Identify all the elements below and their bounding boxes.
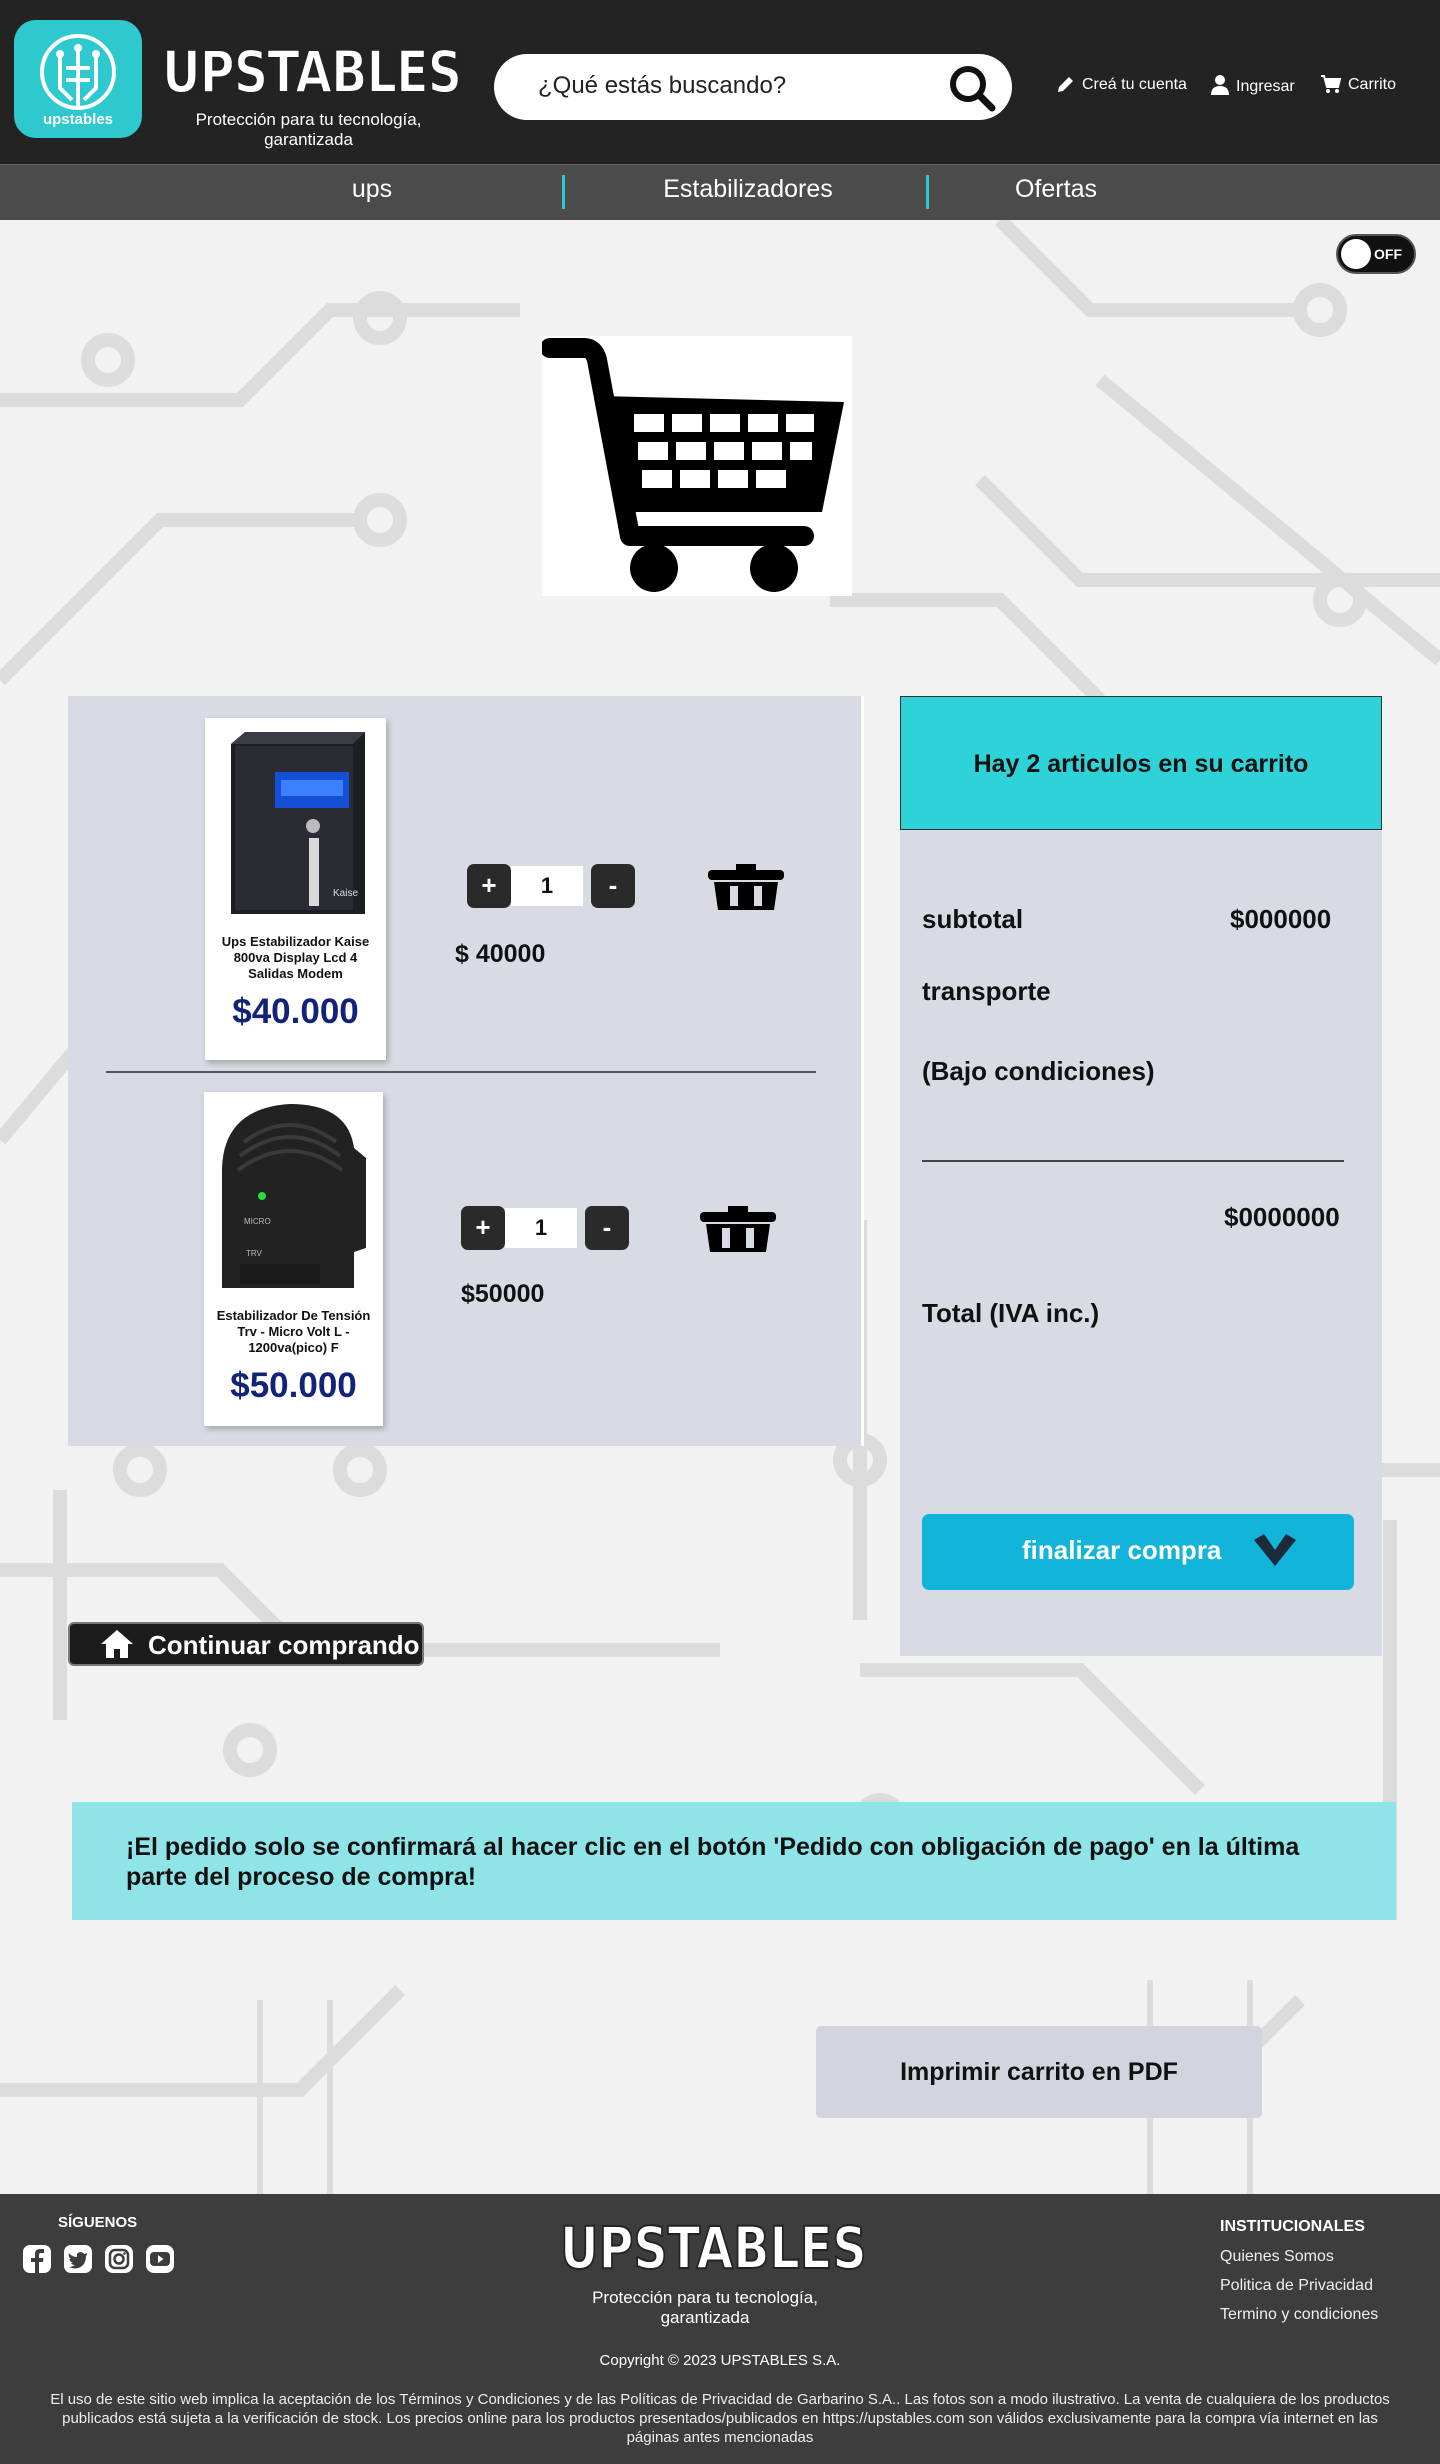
product-name: Ups Estabilizador Kaise 800va Display Lc… (221, 934, 370, 981)
print-pdf-button[interactable]: Imprimir carrito en PDF (816, 2026, 1262, 2118)
login-link[interactable]: Ingresar (1210, 74, 1295, 96)
category-nav: ups Estabilizadores Ofertas (0, 164, 1440, 220)
decrease-quantity-button[interactable]: - (585, 1206, 629, 1250)
product-price: $50.000 (230, 1366, 357, 1405)
quantity-stepper[interactable]: + 1 - (467, 864, 635, 908)
checkout-label: finalizar compra (1022, 1535, 1222, 1565)
toggle-knob (1341, 239, 1371, 269)
register-link[interactable]: Creá tu cuenta (1056, 74, 1187, 94)
trash-icon[interactable] (696, 1204, 780, 1254)
instagram-icon[interactable] (104, 2244, 134, 2274)
checkout-button[interactable]: finalizar compra (922, 1514, 1354, 1590)
shipping-conditions: (Bajo condiciones) (922, 1056, 1155, 1086)
site-footer: SÍGUENOS UPSTABLES Protección para tu te… (0, 2194, 1440, 2464)
cart-label: Carrito (1348, 76, 1397, 93)
shopping-cart-icon (540, 338, 844, 592)
cart-link[interactable]: Carrito (1320, 74, 1396, 94)
cart-icon (1321, 75, 1342, 93)
total-value: $0000000 (1224, 1202, 1340, 1232)
circuit-shield-icon (40, 34, 116, 110)
subtotal-value: $000000 (1230, 904, 1332, 934)
increase-quantity-button[interactable]: + (461, 1206, 505, 1250)
quantity-value[interactable]: 1 (505, 1208, 577, 1248)
twitter-icon[interactable] (63, 2244, 93, 2274)
ups-product-image: Kaise (231, 732, 365, 914)
pencil-icon (1058, 77, 1073, 92)
dark-mode-toggle[interactable]: OFF (1336, 234, 1416, 274)
stabilizer-product-image: MICRO TRV (222, 1104, 366, 1288)
quantity-value[interactable]: 1 (511, 866, 583, 906)
nav-item-ups[interactable]: ups (322, 175, 422, 204)
footer-link-privacy[interactable]: Politica de Privacidad (1220, 2277, 1373, 2295)
line-total: $50000 (461, 1280, 545, 1308)
continue-shopping-label: Continuar comprando (148, 1630, 420, 1660)
product-name: Estabilizador De Tensión Trv - Micro Vol… (216, 1308, 371, 1355)
order-confirmation-notice: ¡El pedido solo se confirmará al hacer c… (72, 1802, 1396, 1920)
youtube-icon[interactable] (145, 2244, 175, 2274)
cart-count-header: Hay 2 articulos en su carrito (900, 696, 1382, 830)
nav-item-ofertas[interactable]: Ofertas (996, 175, 1116, 204)
total-label: Total (IVA inc.) (922, 1298, 1100, 1328)
footer-brand-name: UPSTABLES (559, 2214, 867, 2282)
svg-text:MICRO: MICRO (244, 1217, 271, 1226)
notice-text: ¡El pedido solo se confirmará al hacer c… (126, 1833, 1300, 1891)
footer-tagline: Protección para tu tecnología, garantiza… (592, 2288, 818, 2327)
shipping-label: transporte (922, 976, 1051, 1006)
home-icon (101, 1630, 133, 1658)
toggle-label: OFF (1374, 246, 1402, 262)
brand-tagline: Protección para tu tecnología, garantiza… (195, 110, 422, 149)
search-input[interactable]: ¿Qué estás buscando? (538, 72, 786, 100)
copyright: Copyright © 2023 UPSTABLES S.A. (599, 2352, 841, 2369)
search-icon[interactable] (946, 62, 998, 114)
chevron-down-icon (1254, 1534, 1296, 1566)
search-bar[interactable]: ¿Qué estás buscando? (494, 54, 1012, 120)
user-icon (1211, 75, 1229, 95)
logo-wordmark: upstables (42, 111, 114, 128)
follow-us-heading: SÍGUENOS (58, 2214, 138, 2231)
svg-text:Kaise: Kaise (333, 888, 358, 899)
increase-quantity-button[interactable]: + (467, 864, 511, 908)
cart-hero-image (540, 336, 852, 596)
subtotal-label: subtotal (922, 904, 1024, 934)
institutional-heading: INSTITUCIONALES (1220, 2218, 1365, 2235)
product-price: $40.000 (232, 992, 359, 1031)
login-label: Ingresar (1236, 78, 1295, 95)
summary-divider (922, 1160, 1344, 1162)
facebook-icon[interactable] (22, 2244, 52, 2274)
logo[interactable]: upstables (14, 20, 142, 138)
decrease-quantity-button[interactable]: - (591, 864, 635, 908)
product-card[interactable]: Kaise Ups Estabilizador Kaise 800va Disp… (205, 718, 386, 1060)
legal-disclaimer: El uso de este sitio web implica la acep… (50, 2391, 1390, 2446)
svg-text:TRV: TRV (246, 1249, 263, 1258)
trash-icon[interactable] (704, 862, 788, 912)
register-label: Creá tu cuenta (1082, 76, 1187, 93)
nav-separator (562, 175, 565, 209)
brand-name[interactable]: UPSTABLES (161, 39, 463, 105)
item-divider (106, 1071, 816, 1073)
site-header: upstables UPSTABLES Protección para tu t… (0, 0, 1440, 164)
nav-item-estabilizadores[interactable]: Estabilizadores (628, 175, 868, 204)
continue-shopping-button[interactable]: Continuar comprando (68, 1622, 424, 1666)
footer-link-terms[interactable]: Termino y condiciones (1220, 2306, 1378, 2324)
nav-separator (926, 175, 929, 209)
line-total: $ 40000 (455, 940, 546, 968)
product-card[interactable]: MICRO TRV Estabilizador De Tensión Trv -… (204, 1092, 383, 1426)
footer-link-about[interactable]: Quienes Somos (1220, 2248, 1334, 2266)
quantity-stepper[interactable]: + 1 - (461, 1206, 629, 1250)
order-summary: Hay 2 articulos en su carrito subtotal $… (900, 696, 1382, 1656)
